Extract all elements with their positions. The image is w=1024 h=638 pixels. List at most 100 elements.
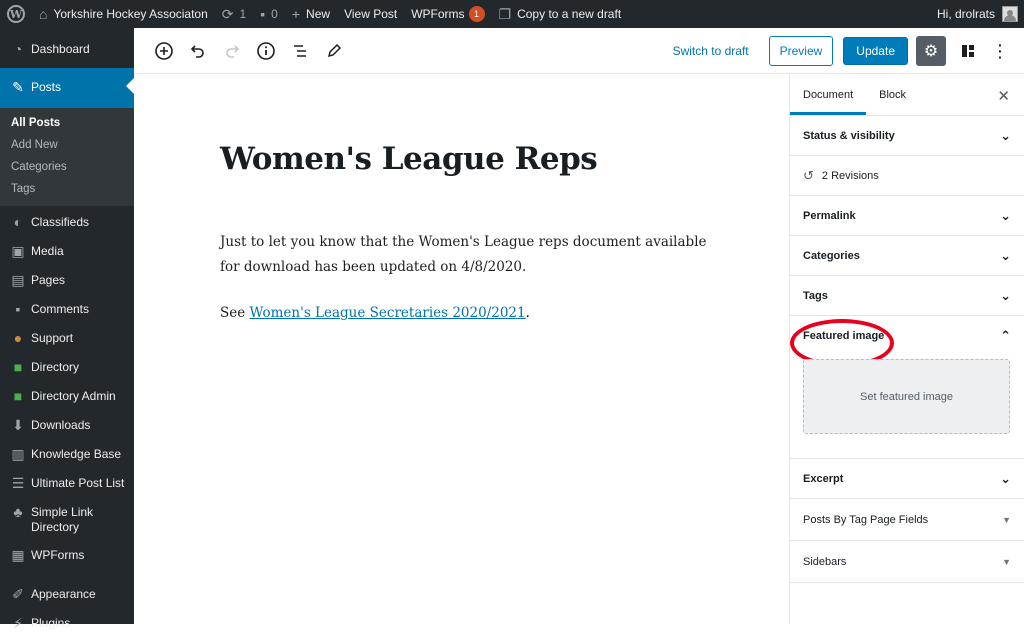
set-featured-image-button[interactable]: Set featured image	[803, 359, 1010, 434]
site-name-link[interactable]: ⌂ Yorkshire Hockey Associaton	[32, 0, 215, 28]
plugin-icon: ⚡	[13, 615, 23, 631]
add-block-button[interactable]	[148, 35, 180, 67]
update-button[interactable]: Update	[843, 36, 908, 65]
form-icon: ▦	[11, 547, 25, 563]
undo-icon	[190, 44, 204, 58]
submenu-tags[interactable]: Tags	[0, 178, 134, 200]
wpforms-link[interactable]: WPForms 1	[404, 0, 491, 28]
menu-item-simple-link-directory[interactable]: ♣ Simple Link Directory	[0, 498, 134, 541]
menu-item-label: Appearance	[31, 587, 96, 601]
pin-icon: ✎	[12, 79, 24, 95]
panel-title: Permalink	[803, 209, 856, 222]
menu-item-directory-admin[interactable]: ■ Directory Admin	[0, 382, 134, 411]
menu-item-pages[interactable]: ▤ Pages	[0, 266, 134, 295]
close-icon[interactable]: ✕	[997, 87, 1010, 105]
user-account-link[interactable]: Hi, drolrats	[930, 0, 1024, 28]
download-icon: ⬇	[12, 417, 24, 433]
panel-excerpt[interactable]: Excerpt ⌄	[790, 459, 1024, 499]
menu-item-label: Directory	[31, 360, 80, 374]
panel-status-visibility[interactable]: Status & visibility ⌄	[790, 116, 1024, 156]
paragraph-prefix: See	[220, 305, 250, 321]
wordpress-logo-button[interactable]: W	[0, 0, 32, 28]
tab-document[interactable]: Document	[790, 75, 867, 115]
menu-item-support[interactable]: ● Support	[0, 324, 134, 353]
plus-icon: +	[291, 6, 301, 22]
panel-title: Sidebars	[803, 555, 847, 568]
panel-categories[interactable]: Categories ⌄	[790, 236, 1024, 276]
menu-item-label: Directory Admin	[31, 389, 116, 403]
chevron-down-icon: ⌄	[1000, 207, 1011, 223]
undo-button[interactable]	[182, 35, 214, 67]
redo-button[interactable]	[216, 35, 248, 67]
panel-permalink[interactable]: Permalink ⌄	[790, 196, 1024, 236]
edit-mode-button[interactable]	[318, 35, 350, 67]
switch-to-draft-button[interactable]: Switch to draft	[673, 44, 749, 58]
megaphone-icon: ◐	[13, 214, 23, 230]
menu-item-knowledge-base[interactable]: ▥ Knowledge Base	[0, 440, 134, 469]
copy-draft-link[interactable]: ❐ Copy to a new draft	[492, 0, 629, 28]
menu-item-wpforms[interactable]: ▦ WPForms	[0, 541, 134, 570]
menu-item-downloads[interactable]: ⬇ Downloads	[0, 411, 134, 440]
settings-button[interactable]: ⚙	[916, 35, 946, 66]
block-manager-button[interactable]	[952, 35, 984, 67]
comments-link[interactable]: ▪ 0	[253, 0, 285, 28]
plus-circle-icon	[155, 41, 173, 60]
comment-icon: ▪	[15, 301, 21, 317]
view-post-link[interactable]: View Post	[337, 0, 404, 28]
admin-menu: ◔ Dashboard ✎ Posts All Posts Add New Ca…	[0, 28, 134, 631]
more-vertical-icon: ⋮	[991, 40, 1009, 61]
tab-block[interactable]: Block	[866, 75, 919, 115]
panel-title: Status & visibility	[803, 129, 895, 142]
history-icon: ↺	[803, 167, 814, 183]
revisions-label: 2 Revisions	[821, 169, 879, 182]
panel-tags[interactable]: Tags ⌄	[790, 276, 1024, 316]
submenu-all-posts[interactable]: All Posts	[0, 112, 134, 134]
wordpress-icon: W	[7, 5, 25, 23]
panel-title: Tags	[803, 289, 828, 302]
menu-item-label: Posts	[31, 80, 62, 94]
pencil-icon	[327, 43, 342, 57]
submenu-add-new[interactable]: Add New	[0, 134, 134, 156]
menu-item-appearance[interactable]: ✐ Appearance	[0, 570, 134, 609]
list-icon: ☰	[11, 475, 25, 491]
chevron-up-icon: ⌃	[1000, 328, 1011, 343]
menu-item-label: Dashboard	[31, 42, 90, 56]
menu-item-directory[interactable]: ■ Directory	[0, 353, 134, 382]
menu-item-classifieds[interactable]: ◐ Classifieds	[0, 206, 134, 239]
block-navigation-button[interactable]	[284, 35, 316, 67]
menu-item-label: Support	[31, 331, 74, 345]
chevron-down-icon: ⌄	[1000, 247, 1011, 263]
menu-item-label: Media	[31, 244, 64, 258]
preview-button[interactable]: Preview	[768, 35, 834, 66]
paragraph-block[interactable]: Just to let you know that the Women's Le…	[220, 230, 710, 280]
media-icon: ▣	[11, 243, 25, 259]
editor-canvas[interactable]: Women's League Reps Just to let you know…	[134, 75, 788, 624]
updates-link[interactable]: ⟳ 1	[215, 0, 253, 28]
copy-icon: ❐	[498, 5, 512, 22]
panel-posts-by-tag[interactable]: Posts By Tag Page Fields ▼	[790, 499, 1024, 541]
updates-count: 1	[239, 7, 247, 21]
copy-draft-label: Copy to a new draft	[517, 7, 622, 21]
support-icon: ●	[13, 330, 23, 346]
paragraph-block-link[interactable]: See Women's League Secretaries 2020/2021…	[220, 301, 710, 326]
submenu-categories[interactable]: Categories	[0, 156, 134, 178]
panel-sidebars[interactable]: Sidebars ▼	[790, 541, 1024, 583]
content-info-button[interactable]	[250, 35, 282, 67]
directory-icon: ■	[13, 359, 23, 375]
comment-icon: ▪	[260, 6, 266, 22]
menu-item-posts[interactable]: ✎ Posts	[0, 68, 134, 108]
chevron-down-icon: ⌄	[1000, 470, 1011, 486]
toolbar-left-group	[134, 35, 350, 67]
panel-title: Excerpt	[803, 472, 844, 485]
panel-revisions[interactable]: ↺ 2 Revisions	[790, 156, 1024, 196]
secretaries-link[interactable]: Women's League Secretaries 2020/2021	[250, 305, 526, 321]
more-options-button[interactable]: ⋮	[984, 35, 1016, 67]
menu-item-comments[interactable]: ▪ Comments	[0, 295, 134, 324]
menu-item-ultimate-post-list[interactable]: ☰ Ultimate Post List	[0, 469, 134, 498]
new-content-link[interactable]: + New	[285, 0, 337, 28]
admin-bar: W ⌂ Yorkshire Hockey Associaton ⟳ 1 ▪ 0 …	[0, 0, 1024, 28]
wpforms-label: WPForms	[411, 7, 465, 21]
post-title[interactable]: Women's League Reps	[220, 141, 598, 177]
menu-item-media[interactable]: ▣ Media	[0, 239, 134, 266]
menu-item-dashboard[interactable]: ◔ Dashboard	[0, 28, 134, 68]
